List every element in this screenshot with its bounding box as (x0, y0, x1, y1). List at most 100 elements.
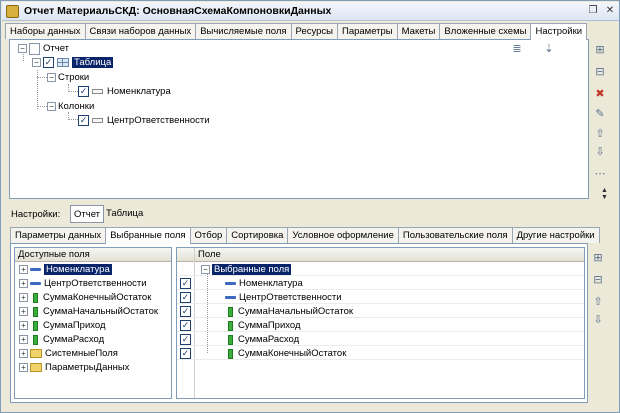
tab-selected-fields[interactable]: Выбранные поля (105, 227, 191, 244)
checkbox-checked[interactable]: ✓ (180, 320, 191, 331)
tab-settings[interactable]: Настройки (530, 23, 588, 40)
selected-field-item[interactable]: Номенклатура (225, 277, 303, 290)
available-field-item[interactable]: + СуммаРасход (19, 333, 104, 346)
available-field-item[interactable]: + СуммаНачальныйОстаток (19, 305, 158, 318)
selected-field-row[interactable]: ✓ (180, 347, 194, 360)
selected-field-row[interactable]: ✓ (180, 305, 194, 318)
available-field-item[interactable]: + СуммаПриход (19, 319, 106, 332)
tree-node-rows-field[interactable]: ✓ Номенклатура (78, 85, 171, 98)
move-up-icon[interactable]: ⇧ (591, 295, 605, 309)
tab-other-settings[interactable]: Другие настройки (511, 227, 600, 243)
expand-icon[interactable]: + (19, 335, 28, 344)
title-bar[interactable]: Отчет МатериальСКД: ОсновнаяСхемаКомпоно… (2, 2, 619, 21)
expand-icon[interactable]: + (19, 363, 28, 372)
checkbox-checked[interactable]: ✓ (180, 348, 191, 359)
move-up-icon[interactable]: ⇧ (593, 127, 607, 141)
tab-conditional-appearance[interactable]: Условное оформление (287, 227, 399, 243)
add-group-icon[interactable]: ⊟ (593, 65, 607, 79)
edit-icon[interactable]: ✎ (593, 107, 607, 121)
tab-nested-schemas[interactable]: Вложенные схемы (439, 23, 532, 39)
expand-icon[interactable]: + (19, 265, 28, 274)
selected-field-item[interactable]: СуммаНачальныйОстаток (225, 305, 353, 318)
folder-icon (30, 349, 42, 358)
field-label: ЦентрОтветственности (44, 278, 147, 289)
table-field-icon (225, 282, 236, 285)
tab-filter[interactable]: Отбор (189, 227, 228, 243)
delete-icon[interactable]: ✖ (593, 87, 607, 101)
available-field-item[interactable]: + ЦентрОтветственности (19, 277, 147, 290)
available-field-item[interactable]: + Номенклатура (19, 263, 112, 276)
restore-icon[interactable]: ❐ (586, 5, 600, 18)
checkbox-checked[interactable]: ✓ (43, 57, 54, 68)
tree-node-columns[interactable]: − Колонки (47, 100, 94, 113)
tree-node-table[interactable]: − ✓ Таблица (32, 56, 114, 69)
tab-parameters[interactable]: Параметры (337, 23, 398, 39)
add-group-icon[interactable]: ⊟ (591, 273, 605, 287)
settings-tabs: Параметры данных Выбранные поля Отбор Со… (10, 227, 600, 244)
resource-icon (228, 320, 233, 331)
available-field-item[interactable]: + СистемныеПоля (19, 347, 118, 360)
layout-vertical-icon[interactable]: ≣ (510, 42, 524, 56)
tree-node-label: Таблица (72, 57, 114, 68)
collapse-icon[interactable]: − (32, 58, 41, 67)
settings-table-button[interactable]: Таблица (103, 205, 146, 223)
selected-field-row[interactable]: ✓ (180, 319, 194, 332)
expand-icon[interactable]: + (19, 349, 28, 358)
selected-field-item[interactable]: ЦентрОтветственности (225, 291, 342, 304)
tree-node-rows[interactable]: − Строки (47, 71, 89, 84)
tree-node-label: Номенклатура (107, 86, 171, 97)
close-icon[interactable]: ✕ (603, 5, 617, 18)
selected-field-item[interactable]: СуммаРасход (225, 333, 299, 346)
expand-icon[interactable]: + (19, 321, 28, 330)
collapse-icon[interactable]: − (47, 73, 56, 82)
tree-node-label: ЦентрОтветственности (107, 115, 210, 126)
grouping-field-icon (92, 118, 103, 123)
tab-data-parameters[interactable]: Параметры данных (10, 227, 107, 243)
expand-icon[interactable]: + (19, 279, 28, 288)
selected-field-row[interactable]: ✓ (180, 277, 194, 290)
add-field-icon[interactable]: ⊞ (591, 251, 605, 265)
field-label: Номенклатура (44, 264, 112, 275)
expand-icon[interactable]: + (19, 307, 28, 316)
field-label: СуммаПриход (238, 320, 301, 331)
checkbox-checked[interactable]: ✓ (78, 86, 89, 97)
field-label: СуммаРасход (43, 334, 105, 345)
checkbox-checked[interactable]: ✓ (180, 306, 191, 317)
tab-data-set-links[interactable]: Связи наборов данных (84, 23, 197, 39)
tree-connector (37, 70, 38, 109)
tab-layouts[interactable]: Макеты (396, 23, 441, 39)
tab-sorting[interactable]: Сортировка (226, 227, 289, 243)
tree-node-report[interactable]: − Отчет (18, 42, 69, 55)
window-title: Отчет МатериальСКД: ОсновнаяСхемаКомпоно… (24, 5, 332, 17)
tab-user-fields[interactable]: Пользовательские поля (397, 227, 513, 243)
checkbox-checked[interactable]: ✓ (180, 278, 191, 289)
collapse-icon[interactable]: − (201, 265, 210, 274)
collapse-icon[interactable]: − (47, 102, 56, 111)
move-down-icon[interactable]: ⇩ (591, 313, 605, 327)
selected-fields-root[interactable]: − Выбранные поля (201, 263, 292, 276)
settings-report-button[interactable]: Отчет (70, 205, 105, 223)
selected-field-row[interactable]: ✓ (180, 333, 194, 346)
checkbox-checked[interactable]: ✓ (180, 292, 191, 303)
collapse-icon[interactable]: − (18, 44, 27, 53)
move-down-icon[interactable]: ⇩ (593, 145, 607, 159)
available-field-item[interactable]: + СуммаКонечныйОстаток (19, 291, 151, 304)
add-icon[interactable]: ⊞ (593, 43, 607, 57)
tab-data-sets[interactable]: Наборы данных (5, 23, 86, 39)
more-actions-icon[interactable]: ⋯ (593, 167, 607, 181)
tree-node-columns-field[interactable]: ✓ ЦентрОтветственности (78, 114, 210, 127)
expand-icon[interactable]: + (19, 293, 28, 302)
checkbox-checked[interactable]: ✓ (180, 334, 191, 345)
checkbox-checked[interactable]: ✓ (78, 115, 89, 126)
field-label: СуммаКонечныйОстаток (43, 292, 152, 303)
selected-field-item[interactable]: СуммаПриход (225, 319, 301, 332)
selected-field-row[interactable]: ✓ (180, 291, 194, 304)
tab-calculated-fields[interactable]: Вычисляемые поля (195, 23, 292, 39)
available-field-item[interactable]: + ПараметрыДанных (19, 361, 129, 374)
field-label: СуммаКонечныйОстаток (238, 348, 347, 359)
grouping-field-icon (92, 89, 103, 94)
tab-resources[interactable]: Ресурсы (290, 23, 338, 39)
selected-field-item[interactable]: СуммаКонечныйОстаток (225, 347, 346, 360)
layout-horizontal-icon[interactable]: ⇣ (542, 42, 556, 56)
splitter-grip-icon[interactable]: ▲ ▼ (601, 187, 608, 201)
